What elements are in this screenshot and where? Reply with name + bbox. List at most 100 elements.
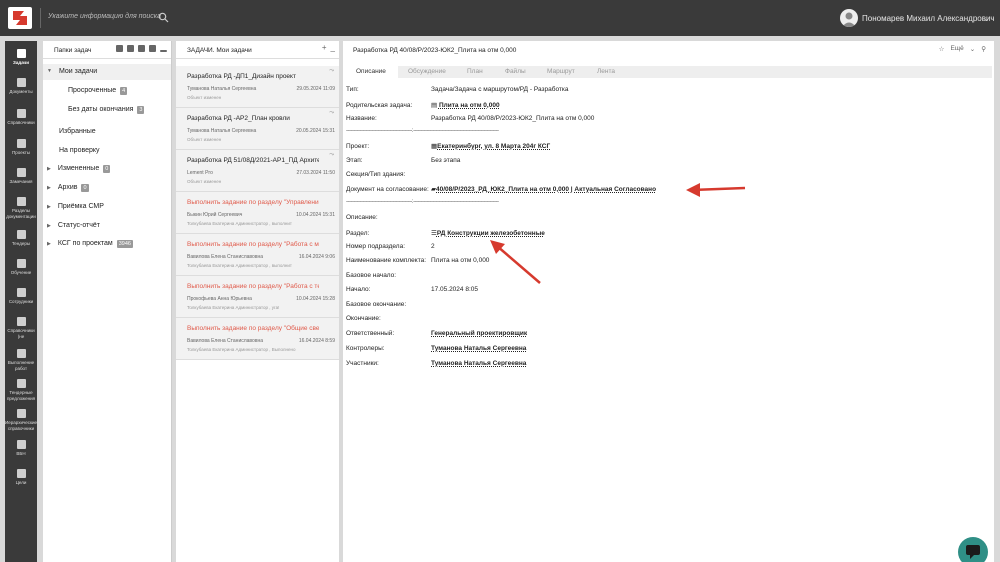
field-name: Название: Разработка РД 40/08/Р/2023-ЮК2_… [346, 115, 595, 122]
more-menu-button[interactable]: Ещё [950, 45, 963, 53]
route-icon: ⤳ [329, 110, 334, 116]
nav-item-projects[interactable]: Проекты [5, 139, 37, 156]
field-base-start: Базовое начало: [346, 272, 397, 279]
approval-document-link[interactable]: 40/08/Р/2023_РД_ЮК2_Плита на отм 0,000 |… [436, 186, 656, 193]
minimize-icon[interactable] [160, 50, 167, 52]
nav-item-remarks[interactable]: Замечания [5, 168, 37, 185]
nav-item-tasks[interactable]: Задачи [5, 49, 37, 66]
nav-item-hierarchy[interactable]: Иерархические справочники [5, 409, 37, 431]
field-type: Тип: Задача/Задача с маршрутом/РД - Разра… [346, 86, 569, 93]
nav-item-doc-sections[interactable]: Разделы документации [5, 197, 37, 219]
tasks-list-panel: ЗАДАЧИ. Мои задачи + _ ⤳ Разработка РД -… [176, 41, 339, 562]
hierarchy-icon [16, 409, 26, 418]
list-view-icon[interactable] [116, 45, 123, 52]
field-approval-document: Документ на согласование: ▰40/08/Р/2023_Р… [346, 186, 657, 193]
folders-header: Папки задач [43, 41, 171, 59]
collapsed-triangle-icon: ▶ [47, 185, 51, 191]
nav-item-tenders[interactable]: Тендеры [5, 230, 37, 247]
top-bar: Укажите информацию для поиска Пономарев … [0, 0, 1000, 36]
tenders-icon [16, 230, 26, 239]
tab-description[interactable]: Описание [344, 66, 398, 78]
training-icon [16, 259, 26, 268]
parent-task-link[interactable]: Плита на отм 0,000 [439, 102, 500, 109]
task-list-item[interactable]: ⤳ Разработка РД 51/08Д/2021-АР1_ПД Архит… [176, 150, 339, 192]
field-kit-name: Наименование комплекта: Плита на отм 0,00… [346, 257, 490, 264]
calendar-view-icon[interactable] [138, 45, 145, 52]
folder-smr-acceptance[interactable]: ▶ Приёмка СМР [47, 203, 104, 210]
folder-my-tasks[interactable]: ▼ Мои задачи [43, 64, 171, 80]
task-list-item[interactable]: Выполнить задание по разделу "Работа с т… [176, 276, 339, 318]
nav-item-reference[interactable]: Справочники (не [5, 317, 37, 339]
nav-item-directories[interactable]: Справочники [5, 109, 37, 126]
nav-item-training[interactable]: Обучение [5, 259, 37, 276]
task-list-item[interactable]: Выполнить задание по разделу "Общие свед… [176, 318, 339, 360]
nav-item-goals[interactable]: Цели [5, 469, 37, 486]
tab-feed[interactable]: Лента [597, 68, 615, 75]
field-project: Проект: ▦Екатеринбург, ул. 8 Марта 204г К… [346, 143, 551, 150]
remarks-icon [16, 168, 26, 177]
folder-changed[interactable]: ▶ Измененные 0 [47, 165, 111, 173]
task-icon: ▤ [431, 102, 439, 109]
minimize-icon[interactable]: _ [331, 43, 335, 52]
tab-files[interactable]: Файлы [505, 68, 526, 75]
chevron-down-icon[interactable]: ⌄ [970, 45, 975, 53]
documents-icon [16, 78, 26, 87]
folder-archive[interactable]: ▶ Архив 0 [47, 184, 89, 192]
folder-no-end-date[interactable]: Без даты окончания 3 [68, 106, 145, 114]
participant-link[interactable]: Туманова Наталья Сергеевна [431, 360, 526, 367]
nav-item-vbn[interactable]: ВБН [5, 440, 37, 457]
count-badge: 0 [103, 165, 111, 173]
chevron-down-icon[interactable]: ⌄ [983, 14, 990, 23]
settings-icon[interactable] [149, 45, 156, 52]
folder-overdue[interactable]: Просроченные 4 [68, 87, 128, 95]
folder-favorites[interactable]: Избранные [59, 128, 96, 135]
collapsed-triangle-icon: ▶ [47, 241, 51, 247]
doc-sections-icon [16, 197, 26, 206]
project-link[interactable]: Екатеринбург, ул. 8 Марта 204г КСГ [437, 143, 550, 150]
task-folders-panel: Папки задач [43, 41, 172, 562]
collapsed-triangle-icon: ▶ [47, 204, 51, 210]
pin-icon[interactable]: ⚲ [981, 45, 986, 53]
add-task-icon[interactable]: + [322, 43, 327, 52]
global-search-input[interactable]: Укажите информацию для поиска [48, 13, 161, 20]
nav-item-tender-offers[interactable]: Тендерные предложения [5, 379, 37, 401]
field-start: Начало: 17.05.2024 8:05 [346, 286, 478, 293]
star-icon[interactable]: ☆ [939, 45, 945, 53]
folder-review[interactable]: На проверку [59, 147, 100, 154]
search-divider [40, 8, 41, 28]
task-list-item[interactable]: ⤳ Разработка РД -АР2_План кровли Туманов… [176, 108, 339, 150]
chat-button[interactable] [958, 537, 988, 562]
task-list-item[interactable]: ⤳ Разработка РД -ДП1_Дизайн проект Туман… [176, 66, 339, 108]
route-icon: ⤳ [329, 68, 334, 74]
folder-status-report[interactable]: ▶ Статус-отчёт [47, 222, 100, 229]
nav-item-works[interactable]: Выполнение работ [5, 349, 37, 371]
folder-ksg-projects[interactable]: ▶ КСГ по проектам 3946 [47, 240, 133, 248]
projects-icon [16, 139, 26, 148]
tab-discussion[interactable]: Обсуждение [408, 68, 446, 75]
nav-item-documents[interactable]: Документы [5, 78, 37, 95]
directories-icon [16, 109, 26, 118]
field-description: Описание: [346, 214, 378, 221]
field-subsection-number: Номер подраздела: 2 [346, 243, 435, 250]
user-avatar[interactable] [840, 9, 858, 27]
search-icon[interactable] [158, 12, 169, 23]
count-badge: 4 [120, 87, 128, 95]
task-list-item[interactable]: Выполнить задание по разделу "Управление… [176, 192, 339, 234]
task-list-item[interactable]: Выполнить задание по разделу "Работа с м… [176, 234, 339, 276]
field-stage: Этап: Без этапа [346, 157, 461, 164]
table-view-icon[interactable] [127, 45, 134, 52]
tab-route[interactable]: Маршрут [547, 68, 575, 75]
controller-link[interactable]: Туманова Наталья Сергеевна [431, 345, 526, 352]
collapsed-triangle-icon: ▶ [47, 166, 51, 172]
tab-plan[interactable]: План [467, 68, 483, 75]
route-icon: ⤳ [329, 152, 334, 158]
separator-line: ----------------------------------------… [346, 199, 499, 205]
responsible-link[interactable]: Генеральный проектировщик [431, 330, 527, 337]
nav-item-staff[interactable]: Сотрудники [5, 288, 37, 305]
field-responsible: Ответственный: Генеральный проектировщик [346, 330, 528, 337]
user-name[interactable]: Пономарев Михаил Александрович [862, 14, 995, 23]
app-logo-icon[interactable] [8, 7, 32, 29]
count-badge: 0 [81, 184, 89, 192]
section-link[interactable]: РД Конструкции железобетонные [437, 230, 545, 237]
field-section-type: Секция/Тип здания: [346, 171, 406, 178]
